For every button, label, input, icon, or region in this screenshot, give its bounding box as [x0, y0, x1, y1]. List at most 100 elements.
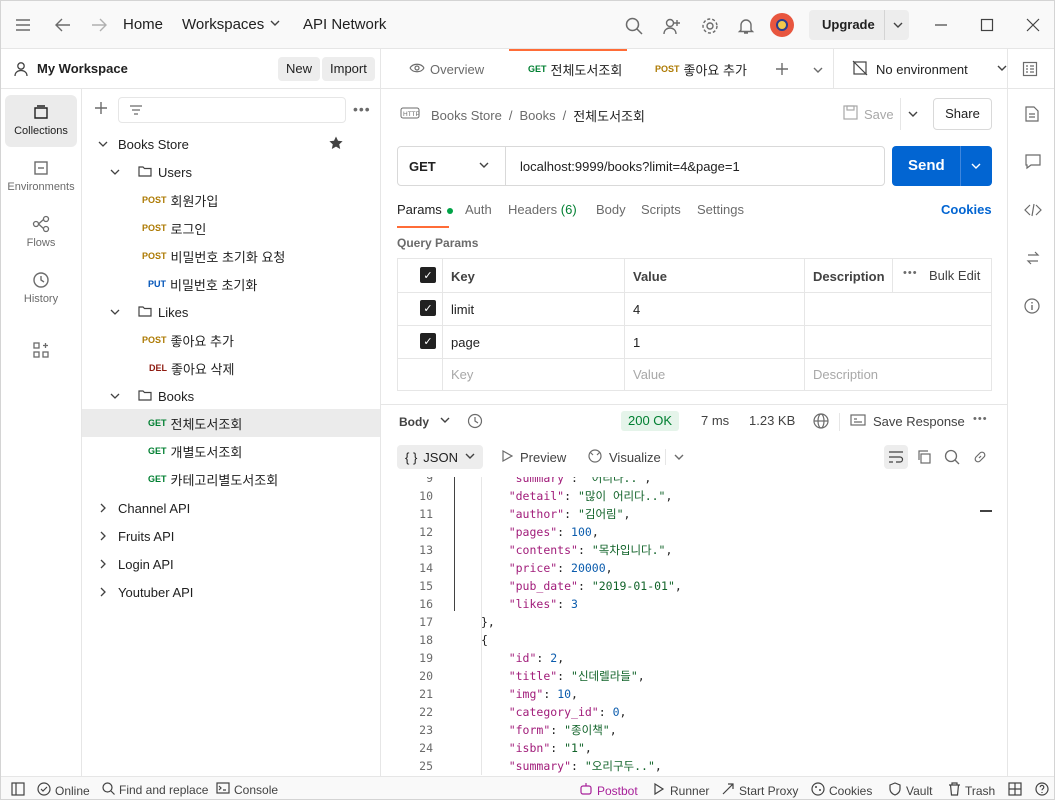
chevron-down-icon[interactable] — [907, 108, 919, 123]
chevron-down-icon[interactable] — [970, 160, 982, 175]
layout-grid-icon[interactable] — [1008, 782, 1022, 799]
folder-users[interactable]: Users — [82, 158, 380, 186]
select-all-checkbox[interactable]: ✓ — [420, 267, 436, 283]
breadcrumb-item[interactable]: Books Store — [431, 108, 502, 123]
code-icon[interactable] — [1024, 202, 1042, 221]
tab-headers[interactable]: Headers (6) — [508, 202, 577, 217]
trash-button[interactable]: Trash — [948, 782, 995, 799]
tab-settings[interactable]: Settings — [697, 202, 744, 217]
collection-item[interactable]: Youtuber API — [82, 578, 380, 606]
chevron-down-icon[interactable] — [812, 64, 824, 79]
sidebar-item-environments[interactable]: Environments — [5, 151, 77, 203]
api-network-link[interactable]: API Network — [303, 16, 386, 33]
postbot-button[interactable]: Postbot — [579, 782, 638, 799]
request-item[interactable]: POST 회원가입 — [82, 186, 380, 214]
request-item[interactable]: POST 비밀번호 초기화 요청 — [82, 242, 380, 270]
add-tab-icon[interactable] — [775, 62, 789, 79]
forward-arrow-icon[interactable] — [89, 15, 109, 35]
vault-button[interactable]: Vault — [888, 782, 932, 799]
save-response-button[interactable]: Save Response — [850, 413, 965, 430]
history-icon[interactable] — [467, 413, 483, 432]
sidebar-item-collections[interactable]: Collections — [5, 95, 77, 147]
related-collections-icon[interactable] — [1025, 250, 1041, 269]
avatar[interactable] — [770, 13, 794, 37]
maximize-icon[interactable] — [977, 15, 997, 35]
request-title[interactable]: 전체도서조회 — [573, 106, 645, 125]
tab-scripts[interactable]: Scripts — [641, 202, 681, 217]
link-icon[interactable] — [972, 449, 988, 468]
tab-body[interactable]: Body — [596, 202, 626, 217]
search-icon[interactable] — [623, 15, 645, 37]
bulk-edit-button[interactable]: Bulk Edit — [929, 268, 980, 283]
param-key[interactable]: page — [451, 335, 480, 350]
gear-icon[interactable] — [699, 15, 721, 37]
param-checkbox[interactable]: ✓ — [420, 300, 436, 316]
back-arrow-icon[interactable] — [53, 15, 73, 35]
filter-input[interactable] — [118, 97, 346, 123]
response-size[interactable]: 1.23 KB — [749, 413, 795, 428]
response-body[interactable]: 9 "summary": "어리다..", 10 "detail": "많이 어리… — [397, 477, 991, 775]
chevron-down-icon[interactable] — [673, 451, 685, 466]
wrap-lines-icon[interactable] — [884, 445, 908, 469]
close-icon[interactable] — [1023, 15, 1043, 35]
import-button[interactable]: Import — [322, 57, 375, 81]
param-key[interactable]: limit — [451, 302, 474, 317]
more-options-icon[interactable]: ••• — [903, 267, 918, 279]
layout-icon[interactable] — [11, 782, 25, 799]
collection-item[interactable]: Fruits API — [82, 522, 380, 550]
folder-likes[interactable]: Likes — [82, 298, 380, 326]
info-icon[interactable] — [1024, 298, 1040, 317]
share-button[interactable]: Share — [933, 98, 992, 130]
request-item[interactable]: PUT 비밀번호 초기화 — [82, 270, 380, 298]
runner-button[interactable]: Runner — [652, 782, 709, 799]
save-button[interactable]: Save — [843, 98, 894, 130]
upgrade-button[interactable]: Upgrade — [809, 10, 909, 40]
request-item-selected[interactable]: GET 전체도서조회 — [82, 409, 380, 437]
sidebar-item-configure[interactable] — [5, 337, 77, 363]
collection-item[interactable]: Login API — [82, 550, 380, 578]
start-proxy-button[interactable]: Start Proxy — [721, 782, 798, 799]
documentation-icon[interactable] — [1025, 106, 1039, 125]
method-select[interactable]: GET — [398, 147, 506, 185]
cookies-button[interactable]: Cookies — [811, 782, 872, 799]
scrollbar-marker[interactable] — [980, 510, 992, 512]
tab-overview[interactable]: Overview — [409, 49, 484, 89]
collection-item[interactable]: Channel API — [82, 494, 380, 522]
visualize-button[interactable]: Visualize — [587, 448, 661, 467]
menu-icon[interactable] — [13, 15, 33, 35]
request-item[interactable]: POST 좋아요 추가 — [82, 326, 380, 354]
param-value[interactable]: 4 — [633, 302, 640, 317]
tab-request[interactable]: POST 좋아요 추가 — [655, 49, 747, 89]
body-select[interactable]: Body — [399, 414, 451, 429]
invite-user-icon[interactable] — [661, 15, 683, 37]
home-link[interactable]: Home — [123, 16, 163, 33]
collection-books-store[interactable]: Books Store — [82, 130, 380, 158]
search-icon[interactable] — [944, 449, 960, 468]
url-input[interactable]: localhost:9999/books?limit=4&page=1 — [520, 159, 740, 174]
workspace-name[interactable]: My Workspace — [37, 61, 128, 76]
sidebar-item-flows[interactable]: Flows — [5, 207, 77, 259]
request-item[interactable]: GET 개별도서조회 — [82, 437, 380, 465]
request-item[interactable]: GET 카테고리별도서조회 — [82, 465, 380, 493]
help-icon[interactable] — [1035, 782, 1049, 799]
more-options-icon[interactable]: ••• — [353, 101, 371, 117]
tab-active-request[interactable]: GET 전체도서조회 — [509, 49, 627, 89]
sidebar-item-history[interactable]: History — [5, 263, 77, 315]
globe-icon[interactable] — [813, 413, 829, 432]
request-item[interactable]: POST 로그인 — [82, 214, 380, 242]
console-button[interactable]: Console — [216, 782, 278, 797]
find-replace-button[interactable]: Find and replace — [102, 782, 208, 798]
tab-auth[interactable]: Auth — [465, 202, 492, 217]
status-badge[interactable]: 200 OK — [621, 411, 680, 431]
request-item[interactable]: DEL 좋아요 삭제 — [82, 354, 380, 382]
add-icon[interactable] — [94, 101, 108, 118]
minimize-icon[interactable] — [931, 15, 951, 35]
tab-params[interactable]: Params — [397, 202, 454, 228]
star-icon[interactable] — [329, 136, 343, 153]
new-button[interactable]: New — [278, 57, 321, 81]
environment-select[interactable]: No environment — [852, 49, 1008, 89]
param-checkbox[interactable]: ✓ — [420, 333, 436, 349]
send-button[interactable]: Send — [892, 146, 992, 186]
key-input[interactable]: Key — [451, 367, 473, 382]
folder-books[interactable]: Books — [82, 382, 380, 410]
